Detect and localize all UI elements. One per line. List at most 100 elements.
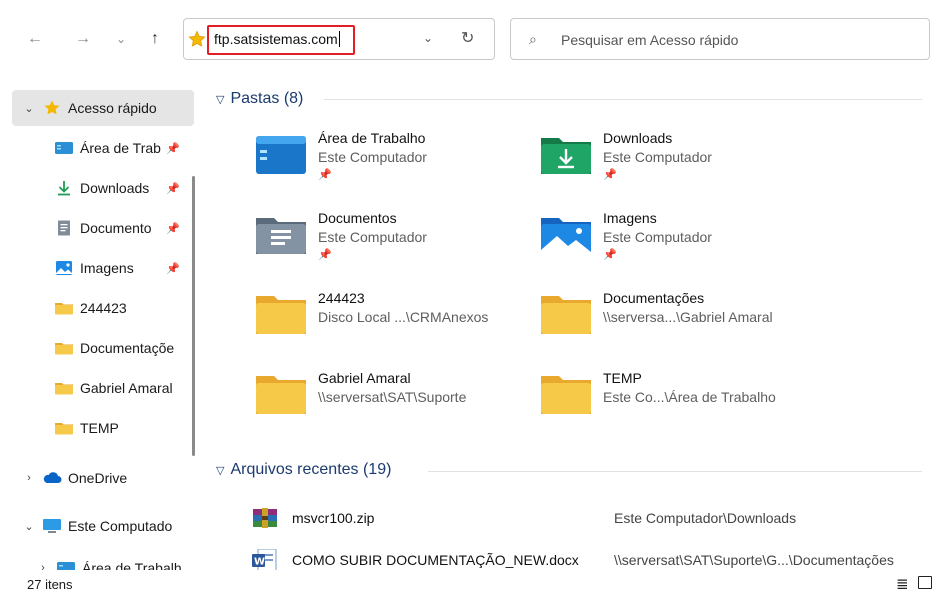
chevron-down-icon[interactable]: ⌄ <box>20 520 38 533</box>
folder-tile[interactable]: Área de Trabalho Este Computador 📌 <box>254 130 534 192</box>
folder-name: Downloads <box>603 130 673 146</box>
sidebar-item-label: Imagens <box>80 260 134 276</box>
folder-location: Este Co...\Área de Trabalho <box>603 389 776 405</box>
recent-file-row[interactable]: W COMO SUBIR DOCUMENTAÇÃO_NEW.docx \\ser… <box>250 549 930 570</box>
back-button[interactable]: ← <box>24 28 46 50</box>
toolbar: ← → ⌄ ↑ ftp.satsistemas.com ⌄ ↻ ⌕ Pesqui… <box>0 0 940 80</box>
documents-icon <box>58 220 70 236</box>
sidebar-item-label: Área de Trab <box>80 140 161 156</box>
folder-icon <box>541 296 591 334</box>
folder-tile[interactable]: 244423 Disco Local ...\CRMAnexos <box>254 290 534 352</box>
sidebar-item-este-computador[interactable]: ⌄ Este Computado <box>12 508 194 544</box>
address-input[interactable]: ftp.satsistemas.com <box>207 25 355 55</box>
folder-name: Documentos <box>318 210 397 226</box>
sidebar-item-area-de-trabalho-pc[interactable]: › Área de Trabalh <box>12 550 194 570</box>
sidebar-item-label: Este Computado <box>68 518 173 534</box>
forward-arrow-icon: → <box>75 30 91 47</box>
folder-tile[interactable]: Documentações \\serversa...\Gabriel Amar… <box>539 290 819 352</box>
sidebar-item-downloads[interactable]: Downloads 📌 <box>12 170 194 206</box>
pin-icon: 📌 <box>166 142 180 155</box>
recent-file-name: COMO SUBIR DOCUMENTAÇÃO_NEW.docx <box>292 552 579 568</box>
folder-tile[interactable]: Documentos Este Computador 📌 <box>254 210 534 272</box>
folders-section-header[interactable]: ▽ Pastas (8) <box>216 90 303 108</box>
sidebar-item-label: Documento <box>80 220 152 236</box>
sidebar-item-label: Gabriel Amaral <box>80 380 173 396</box>
folder-name: Área de Trabalho <box>318 130 426 146</box>
recent-locations-button[interactable]: ⌄ <box>110 28 132 50</box>
refresh-icon[interactable]: ↻ <box>461 28 474 48</box>
address-bar[interactable]: ftp.satsistemas.com ⌄ ↻ <box>183 18 495 60</box>
folder-tile[interactable]: Downloads Este Computador 📌 <box>539 130 819 192</box>
search-input[interactable]: Pesquisar em Acesso rápido <box>561 32 738 48</box>
word-document-icon: W <box>252 549 277 570</box>
sidebar-item-acesso-rapido[interactable]: ⌄ Acesso rápido <box>12 90 194 126</box>
folder-location: Este Computador <box>318 149 427 165</box>
sidebar-item-244423[interactable]: 244423 <box>12 290 194 326</box>
computer-icon <box>43 519 61 533</box>
text-caret <box>338 31 340 47</box>
folder-icon <box>55 383 73 395</box>
chevron-down-icon[interactable]: ⌄ <box>20 102 38 115</box>
pin-icon: 📌 <box>166 222 180 235</box>
folder-name: Imagens <box>603 210 657 226</box>
folder-tile[interactable]: Imagens Este Computador 📌 <box>539 210 819 272</box>
folder-icon <box>256 376 306 414</box>
sidebar-item-label: TEMP <box>80 420 119 436</box>
search-box[interactable]: ⌕ Pesquisar em Acesso rápido <box>510 18 930 60</box>
up-button[interactable]: ↑ <box>144 28 166 50</box>
sidebar-item-gabriel-amaral[interactable]: Gabriel Amaral <box>12 370 194 406</box>
sidebar-item-onedrive[interactable]: › OneDrive <box>12 460 194 496</box>
recent-file-path: Este Computador\Downloads <box>614 510 797 526</box>
folder-location: Este Computador <box>603 149 712 165</box>
folder-location: Este Computador <box>603 229 712 245</box>
content-pane: ▽ Pastas (8) Área de Trabalho Este Compu… <box>210 80 935 570</box>
onedrive-icon <box>43 472 62 483</box>
folder-icon <box>55 303 73 315</box>
folder-tile[interactable]: Gabriel Amaral \\serversat\SAT\Suporte <box>254 370 534 432</box>
section-divider <box>324 99 922 100</box>
address-dropdown-icon[interactable]: ⌄ <box>423 31 433 45</box>
chevron-right-icon[interactable]: › <box>20 472 38 484</box>
folder-tile[interactable]: TEMP Este Co...\Área de Trabalho <box>539 370 819 432</box>
pin-icon: 📌 <box>166 182 180 195</box>
large-icons-view-icon[interactable] <box>918 576 932 589</box>
recent-file-row[interactable]: msvcr100.zip Este Computador\Downloads <box>250 507 930 533</box>
chevron-down-icon: ⌄ <box>115 32 127 46</box>
forward-button[interactable]: → <box>72 28 94 50</box>
pin-icon: 📌 <box>603 169 617 181</box>
downloads-folder-icon <box>541 138 591 174</box>
chevron-right-icon[interactable]: › <box>34 562 52 570</box>
recent-file-path: \\serversat\SAT\Suporte\G...\Documentaçõ… <box>614 552 894 568</box>
sidebar-item-imagens[interactable]: Imagens 📌 <box>12 250 194 286</box>
star-icon <box>188 30 206 47</box>
sidebar-scrollbar[interactable] <box>192 176 195 456</box>
sidebar-item-area-de-trabalho[interactable]: Área de Trab 📌 <box>12 130 194 166</box>
sidebar-item-temp[interactable]: TEMP <box>12 410 194 446</box>
sidebar-item-label: OneDrive <box>68 470 128 486</box>
desktop-folder-icon <box>256 136 306 174</box>
pictures-icon <box>56 261 72 275</box>
sidebar-item-label: Downloads <box>80 180 150 196</box>
sidebar-item-documentacoes[interactable]: Documentaçõe <box>12 330 194 366</box>
sidebar-item-label: Documentaçõe <box>80 340 175 356</box>
pin-icon: 📌 <box>603 249 617 261</box>
desktop-folder-icon <box>57 562 75 570</box>
sidebar-item-label: Área de Trabalh <box>82 560 182 570</box>
section-divider <box>428 471 922 472</box>
folder-location: Este Computador <box>318 229 427 245</box>
folder-location: \\serversat\SAT\Suporte <box>318 389 467 405</box>
winrar-archive-icon <box>253 508 277 528</box>
chevron-down-icon: ▽ <box>216 93 225 106</box>
folder-name: 244423 <box>318 290 365 306</box>
recent-section-header[interactable]: ▽ Arquivos recentes (19) <box>216 461 391 479</box>
folder-name: Gabriel Amaral <box>318 370 411 386</box>
folders-header-label: Pastas (8) <box>230 90 304 107</box>
folder-location: Disco Local ...\CRMAnexos <box>318 309 489 325</box>
folder-icon <box>55 423 73 435</box>
recent-file-name: msvcr100.zip <box>292 510 375 526</box>
sidebar-item-documentos[interactable]: Documento 📌 <box>12 210 194 246</box>
back-arrow-icon: ← <box>27 30 43 47</box>
documents-folder-icon <box>256 218 306 254</box>
chevron-down-icon: ▽ <box>216 464 225 477</box>
details-view-icon[interactable]: ≣ <box>896 575 909 593</box>
